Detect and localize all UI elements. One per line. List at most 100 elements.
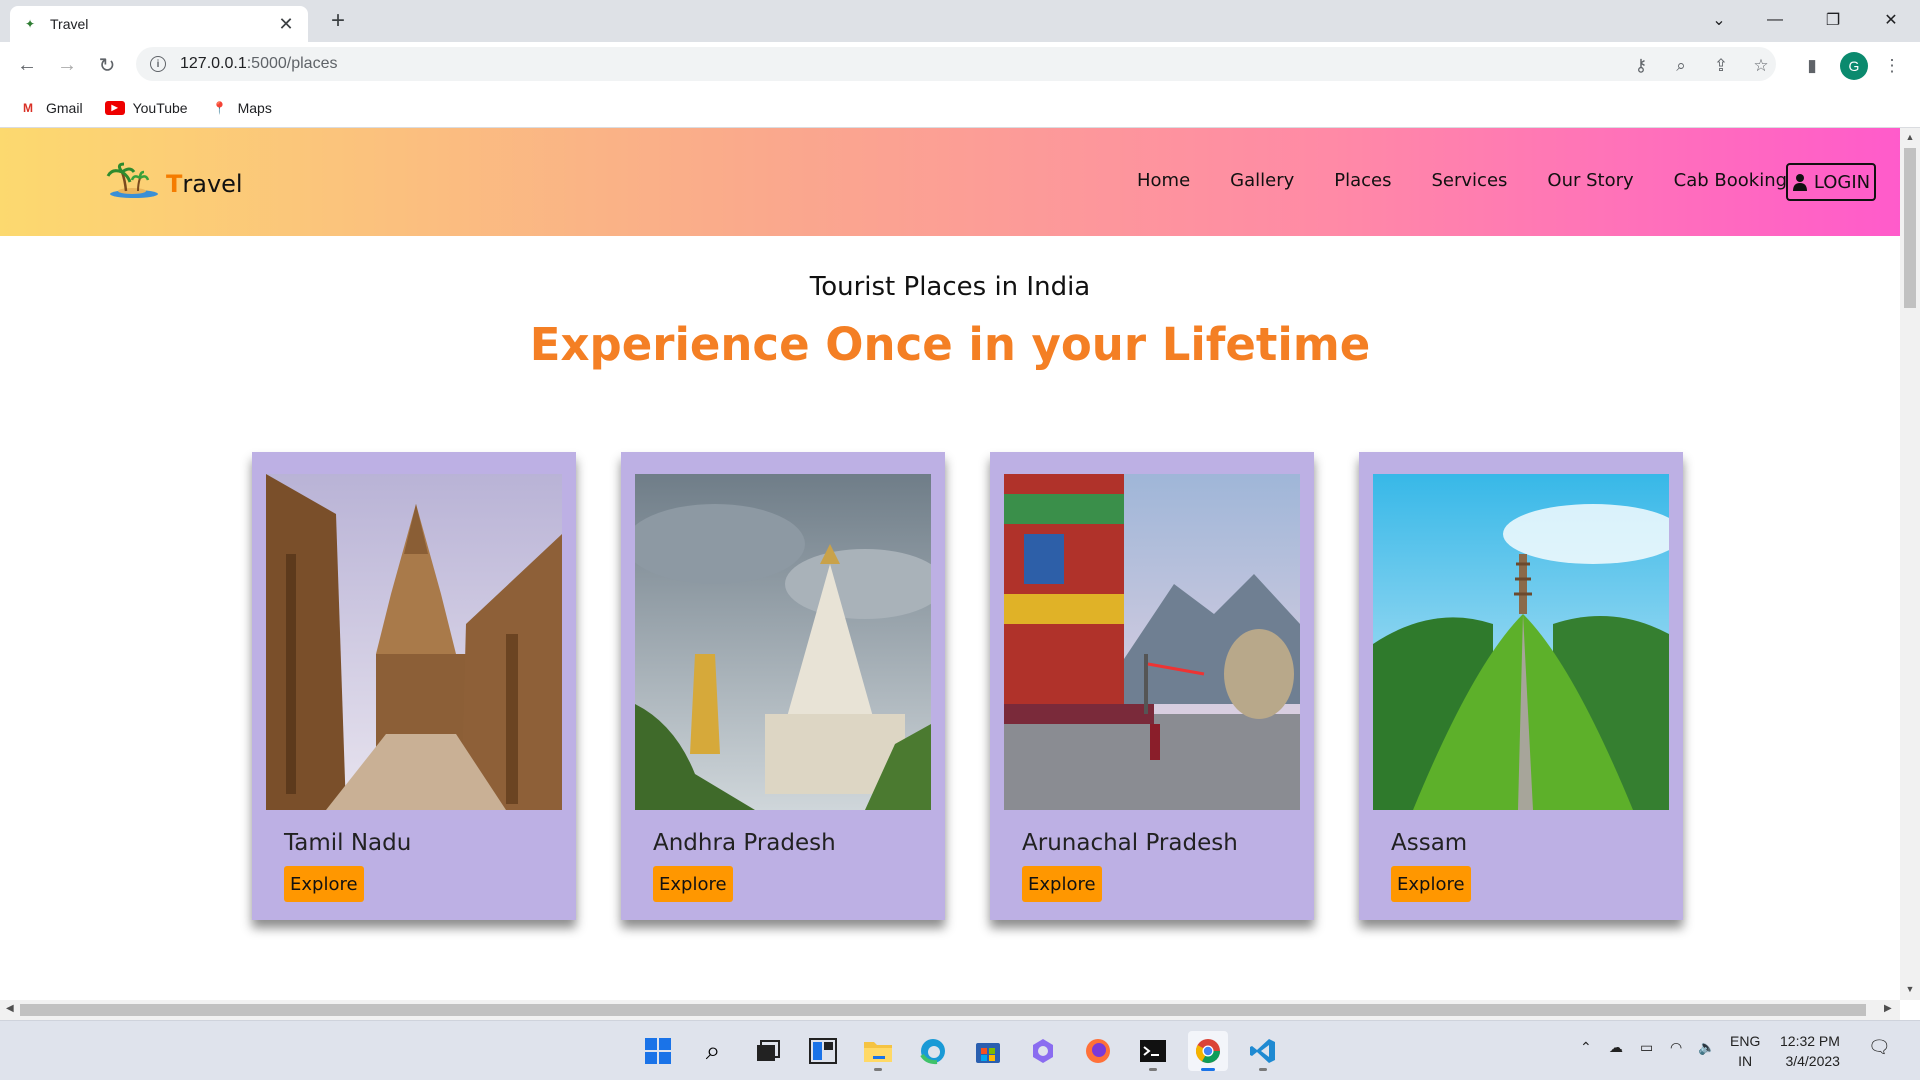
- place-image-tamil-nadu: [266, 474, 562, 810]
- wifi-icon[interactable]: ◠: [1670, 1039, 1682, 1056]
- bookmark-label: YouTube: [132, 99, 188, 116]
- tab-title: Travel: [50, 16, 89, 32]
- running-indicator: [1259, 1068, 1267, 1071]
- vertical-scroll-thumb[interactable]: [1904, 148, 1916, 308]
- scroll-right-icon[interactable]: ▶: [1884, 1003, 1892, 1014]
- place-card-andhra-pradesh: Andhra Pradesh Explore: [621, 452, 945, 920]
- share-icon[interactable]: ⇪: [1709, 54, 1733, 78]
- travel-favicon-icon: ✦: [24, 17, 36, 31]
- bookmark-gmail[interactable]: M Gmail: [18, 100, 83, 116]
- nav-cab-booking[interactable]: Cab Booking: [1674, 170, 1787, 191]
- bookmark-youtube[interactable]: ▶ YouTube: [104, 99, 188, 116]
- back-button[interactable]: ←: [12, 50, 42, 80]
- file-explorer-icon[interactable]: [858, 1031, 898, 1071]
- side-panel-icon[interactable]: ▮: [1800, 54, 1824, 78]
- profile-avatar[interactable]: G: [1840, 52, 1868, 80]
- brand-name: Travel: [166, 170, 243, 198]
- address-bar[interactable]: i 127.0.0.1:5000/places: [136, 47, 1776, 81]
- region-code: IN: [1738, 1053, 1753, 1069]
- explore-button[interactable]: Explore: [1391, 866, 1471, 902]
- forward-button[interactable]: →: [52, 50, 82, 80]
- new-tab-button[interactable]: +: [324, 8, 352, 36]
- running-indicator: [874, 1068, 882, 1071]
- restore-button[interactable]: ❐: [1804, 0, 1862, 40]
- main-nav: Home Gallery Places Services Our Story C…: [1137, 170, 1827, 191]
- bookmark-label: Maps: [237, 99, 272, 116]
- place-card-arunachal-pradesh: Arunachal Pradesh Explore: [990, 452, 1314, 920]
- clock-time: 12:32 PM: [1780, 1033, 1840, 1049]
- place-image-assam: [1373, 474, 1669, 810]
- zoom-icon[interactable]: ⌕: [1669, 54, 1693, 78]
- close-window-button[interactable]: ✕: [1862, 0, 1920, 40]
- page-subtitle: Tourist Places in India: [809, 272, 1091, 302]
- active-indicator: [1201, 1068, 1215, 1071]
- page-headline: Experience Once in your Lifetime: [529, 318, 1371, 371]
- reload-button[interactable]: ↻: [92, 50, 122, 80]
- explore-button[interactable]: Explore: [1022, 866, 1102, 902]
- nav-home[interactable]: Home: [1137, 170, 1190, 191]
- battery-icon[interactable]: ▭: [1640, 1039, 1653, 1056]
- show-hidden-icons-icon[interactable]: ⌃: [1580, 1039, 1592, 1056]
- place-image-arunachal-pradesh: [1004, 474, 1300, 810]
- horizontal-scroll-thumb[interactable]: [20, 1004, 1866, 1016]
- clock-date: 3/4/2023: [1785, 1053, 1840, 1069]
- bookmark-star-icon[interactable]: ☆: [1749, 54, 1773, 78]
- site-logo[interactable]: Travel: [104, 162, 243, 198]
- widgets-icon[interactable]: [803, 1031, 843, 1071]
- search-icon[interactable]: ⌕: [693, 1031, 733, 1071]
- microsoft-store-icon[interactable]: [968, 1031, 1008, 1071]
- nav-places[interactable]: Places: [1334, 170, 1391, 191]
- place-card-tamil-nadu: Tamil Nadu Explore: [252, 452, 576, 920]
- page-viewport: Travel Home Gallery Places Services Our …: [0, 128, 1900, 998]
- site-info-icon[interactable]: i: [150, 56, 166, 72]
- url-text: 127.0.0.1:5000/places: [180, 55, 338, 72]
- horizontal-scrollbar[interactable]: ◀ ▶: [0, 1000, 1900, 1020]
- login-button[interactable]: LOGIN: [1786, 163, 1876, 201]
- password-key-icon[interactable]: ⚷: [1629, 54, 1653, 78]
- volume-icon[interactable]: 🔈: [1698, 1039, 1715, 1056]
- youtube-icon: ▶: [104, 100, 125, 116]
- start-icon[interactable]: [638, 1031, 678, 1071]
- chrome-icon[interactable]: [1188, 1031, 1228, 1071]
- vscode-icon[interactable]: [1243, 1031, 1283, 1071]
- browser-tab[interactable]: ✦ Travel ✕: [10, 6, 308, 42]
- maps-icon: 📍: [212, 100, 228, 115]
- browser-tab-strip: ✦ Travel ✕ + ⌄ — ❐ ✕: [0, 0, 1920, 42]
- task-view-icon[interactable]: [748, 1031, 788, 1071]
- place-image-andhra-pradesh: [635, 474, 931, 810]
- explore-button[interactable]: Explore: [284, 866, 364, 902]
- bookmark-maps[interactable]: 📍 Maps: [210, 100, 272, 116]
- bookmarks-bar: M Gmail ▶ YouTube 📍 Maps: [0, 88, 1920, 128]
- palm-island-icon: [104, 162, 160, 198]
- bookmark-label: Gmail: [46, 99, 83, 116]
- windows-taskbar: ⌕ ⌃ ☁ ▭ ◠ 🔈 ENG IN 12:32 PM 3/4/2023 🗨: [0, 1020, 1920, 1080]
- tab-search-icon[interactable]: ⌄: [1690, 0, 1748, 40]
- nav-services[interactable]: Services: [1432, 170, 1508, 191]
- nav-gallery[interactable]: Gallery: [1230, 170, 1294, 191]
- minimize-button[interactable]: —: [1746, 0, 1804, 40]
- scroll-left-icon[interactable]: ◀: [6, 1003, 14, 1014]
- place-name: Tamil Nadu: [284, 830, 412, 856]
- nav-our-story[interactable]: Our Story: [1547, 170, 1633, 191]
- login-label: LOGIN: [1813, 171, 1871, 193]
- language-indicator[interactable]: ENG IN: [1730, 1031, 1760, 1071]
- place-name: Andhra Pradesh: [653, 830, 836, 856]
- place-name: Arunachal Pradesh: [1022, 830, 1238, 856]
- terminal-icon[interactable]: [1133, 1031, 1173, 1071]
- browser-menu-icon[interactable]: ⋮: [1880, 54, 1904, 78]
- onedrive-icon[interactable]: ☁: [1609, 1039, 1623, 1056]
- edge-icon[interactable]: [913, 1031, 953, 1071]
- close-tab-icon[interactable]: ✕: [276, 14, 296, 35]
- place-card-assam: Assam Explore: [1359, 452, 1683, 920]
- firefox-icon[interactable]: [1078, 1031, 1118, 1071]
- notifications-icon[interactable]: 🗨: [1868, 1037, 1891, 1058]
- place-name: Assam: [1391, 830, 1468, 856]
- scroll-down-icon[interactable]: ▼: [1904, 984, 1916, 994]
- scroll-up-icon[interactable]: ▲: [1904, 132, 1916, 142]
- explore-button[interactable]: Explore: [653, 866, 733, 902]
- vertical-scrollbar[interactable]: ▲ ▼: [1900, 128, 1920, 1000]
- running-indicator: [1149, 1068, 1157, 1071]
- system-clock[interactable]: 12:32 PM 3/4/2023: [1780, 1031, 1840, 1071]
- browser-toolbar: ← → ↻ i 127.0.0.1:5000/places ⚷ ⌕ ⇪ ☆ ▮ …: [0, 42, 1920, 88]
- copilot-icon[interactable]: [1023, 1031, 1063, 1071]
